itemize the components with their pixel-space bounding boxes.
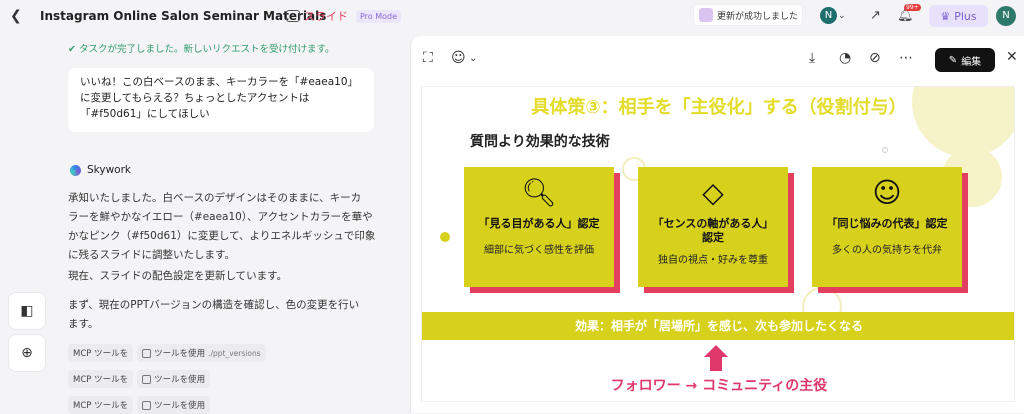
bot-status: 現在、スライドの配色設定を更新しています。 [68,267,398,286]
tool-icon [142,400,152,410]
mcp-tool-chip[interactable]: MCP ツールを [68,344,134,362]
chevron-down-icon[interactable]: ⌄ [469,53,477,64]
gift-icon [699,8,713,22]
user-avatar[interactable]: N [996,6,1016,26]
success-toast: 更新が成功しました [693,4,803,26]
slide-canvas: 具体策③：相手を「主役化」する（役割付与） 質問より効果的な技術 🔍︎ 「見る目… [421,86,1015,402]
edit-button[interactable]: ✎ 編集 [935,48,995,72]
effect-banner: 効果：相手が「居場所」を感じ、次も参加したくなる [422,312,1014,340]
back-arrow-icon[interactable]: ❮ [10,8,22,24]
task-status-text: タスクが完了しました。新しいリクエストを受け付けます。 [79,44,335,55]
mcp-label: MCP ツールを [73,349,129,359]
tool-path: ./ppt_versions [208,348,261,358]
skywork-logo-icon [70,164,81,176]
card-body: ◇ 「センスの軸がある人」 認定 独自の視点・好みを尊重 [638,167,788,287]
chat-icon[interactable]: ◔ [839,50,851,66]
conclusion-text: フォロワー → コミュニティの主役 [610,378,828,394]
reply-line: ラーを鮮やかなイエロー（#eaea10）、アクセントカラーを華や [68,211,373,223]
top-bar: ❮ Instagram Online Salon Seminar Materia… [0,0,1024,34]
tool-use-label: ツールを使用 [154,349,206,359]
workspace-avatar[interactable]: N [820,7,837,24]
user-message-line: に変更してもらえる？ちょっとしたアクセントは [80,92,310,104]
card-desc: 細部に気づく感性を評価 [484,245,594,256]
card-name: 「センスの軸がある人」 認定 [652,217,774,244]
check-circle-icon: ✔ [68,44,76,55]
card-body: ☺ 「同じ悩みの代表」認定 多くの人の気持ちを代弁 [812,167,962,287]
mode-label: スライド [304,10,348,23]
chevron-down-icon[interactable]: ⌄ [838,11,846,21]
notification-badge: 99+ [904,4,921,11]
role-card: 🔍︎ 「見る目がある人」認定 細部に気づく感性を評価 [464,167,620,293]
card-body: 🔍︎ 「見る目がある人」認定 細部に気づく感性を評価 [464,167,614,287]
user-message-line: いいね！この白ベースのまま、キーカラーを「#eaea10」 [80,76,359,88]
bot-name: Skywork [87,164,131,176]
reply-line: ます。 [68,318,99,330]
pencil-icon: ✎ [948,54,958,66]
chat-panel: ✔ タスクが完了しました。新しいリクエストを受け付けます。 いいね！この白ベース… [0,34,410,414]
compass-icon[interactable]: ⊘ [869,50,881,66]
close-icon[interactable]: ✕ [1006,49,1018,65]
toast-text: 更新が成功しました [717,11,799,22]
share-icon[interactable]: ↗ [870,8,881,23]
page-title: Instagram Online Salon Seminar Materials [40,9,327,23]
tool-use-chip[interactable]: ツールを使用 [137,370,211,388]
crown-icon: ♛ [940,9,951,23]
tool-call-row: MCP ツールを ツールを使用 ./ppt_versions [68,344,266,362]
plus-button[interactable]: ♛ Plus [929,5,988,27]
slide-mode-chip[interactable]: スライド [286,8,348,24]
tool-use-chip[interactable]: ツールを使用 [137,396,211,414]
mcp-tool-chip[interactable]: MCP ツールを [68,370,134,388]
tool-icon [142,374,152,384]
bot-header: Skywork [70,164,131,176]
arrow-head [704,345,728,357]
tool-use-chip[interactable]: ツールを使用 ./ppt_versions [137,344,266,362]
comment-icon[interactable]: ☺︎ [451,50,466,66]
reply-line: まず、現在のPPTバージョンの構造を確認し、色の変更を行い [68,299,360,311]
slide-icon [286,10,300,22]
reply-line: に残るスライドに調整いたします。 [68,249,235,261]
card-desc: 多くの人の気持ちを代弁 [832,245,942,256]
role-card: ☺ 「同じ悩みの代表」認定 多くの人の気持ちを代弁 [812,167,968,293]
fullscreen-icon[interactable]: ⛶ [423,50,433,66]
card-desc: 独自の視点・好みを尊重 [658,255,768,266]
group-chat-icon: ☺ [872,175,902,209]
task-status: ✔ タスクが完了しました。新しいリクエストを受け付けます。 [68,41,335,55]
reply-line: かなピンク（#f50d61）に変更して、よりエネルギッシュで印象 [68,230,376,242]
role-card: ◇ 「センスの軸がある人」 認定 独自の視点・好みを尊重 [638,167,794,293]
tool-call-row: MCP ツールを ツールを使用 [68,396,211,414]
bot-reply-structure: まず、現在のPPTバージョンの構造を確認し、色の変更を行い ます。 [68,296,398,334]
plus-label: Plus [954,9,977,23]
reply-line: 現在、スライドの配色設定を更新しています。 [68,270,288,282]
arrow-stem [710,357,722,371]
add-icon[interactable]: ⊕ [8,334,46,372]
card-name: 「見る目がある人」認定 [478,217,600,230]
deco-dot [440,232,450,242]
tool-use-label: ツールを使用 [154,375,206,385]
more-icon[interactable]: ⋯ [899,50,913,66]
mcp-tool-chip[interactable]: MCP ツールを [68,396,134,414]
card-name: 「同じ悩みの代表」認定 [826,217,948,230]
preview-panel: ⛶ ☺︎ ⌄ ⤓ ◔ ⊘ ⋯ ✎ 編集 ✕ 具体策③：相手を「主役化」する（役割… [410,36,1024,413]
eye-magnifier-icon: 🔍︎ [521,175,557,209]
download-icon[interactable]: ⤓ [809,50,815,66]
edit-label: 編集 [961,56,982,68]
deco-dot [882,147,888,153]
sidebar-toggle-icon[interactable]: ◧ [8,292,46,330]
pro-mode-badge: Pro Mode [356,10,402,23]
tool-call-row: MCP ツールを ツールを使用 [68,370,211,388]
diamond-icon: ◇ [702,175,724,209]
mcp-label: MCP ツールを [73,401,129,411]
reply-line: 承知いたしました。白ベースのデザインはそのままに、キーカ [68,192,362,204]
mcp-label: MCP ツールを [73,375,129,385]
user-message-line: 「#f50d61」にしてほしい [80,108,210,120]
tool-icon [142,348,152,358]
slide-subtitle: 質問より効果的な技術 [470,134,610,150]
bot-reply: 承知いたしました。白ベースのデザインはそのままに、キーカ ラーを鮮やかなイエロー… [68,189,398,265]
up-arrow-icon [704,345,728,371]
slide-title: 具体策③：相手を「主役化」する（役割付与） [531,97,907,118]
user-message: いいね！この白ベースのまま、キーカラーを「#eaea10」 に変更してもらえる？… [68,68,374,132]
tool-use-label: ツールを使用 [154,401,206,411]
